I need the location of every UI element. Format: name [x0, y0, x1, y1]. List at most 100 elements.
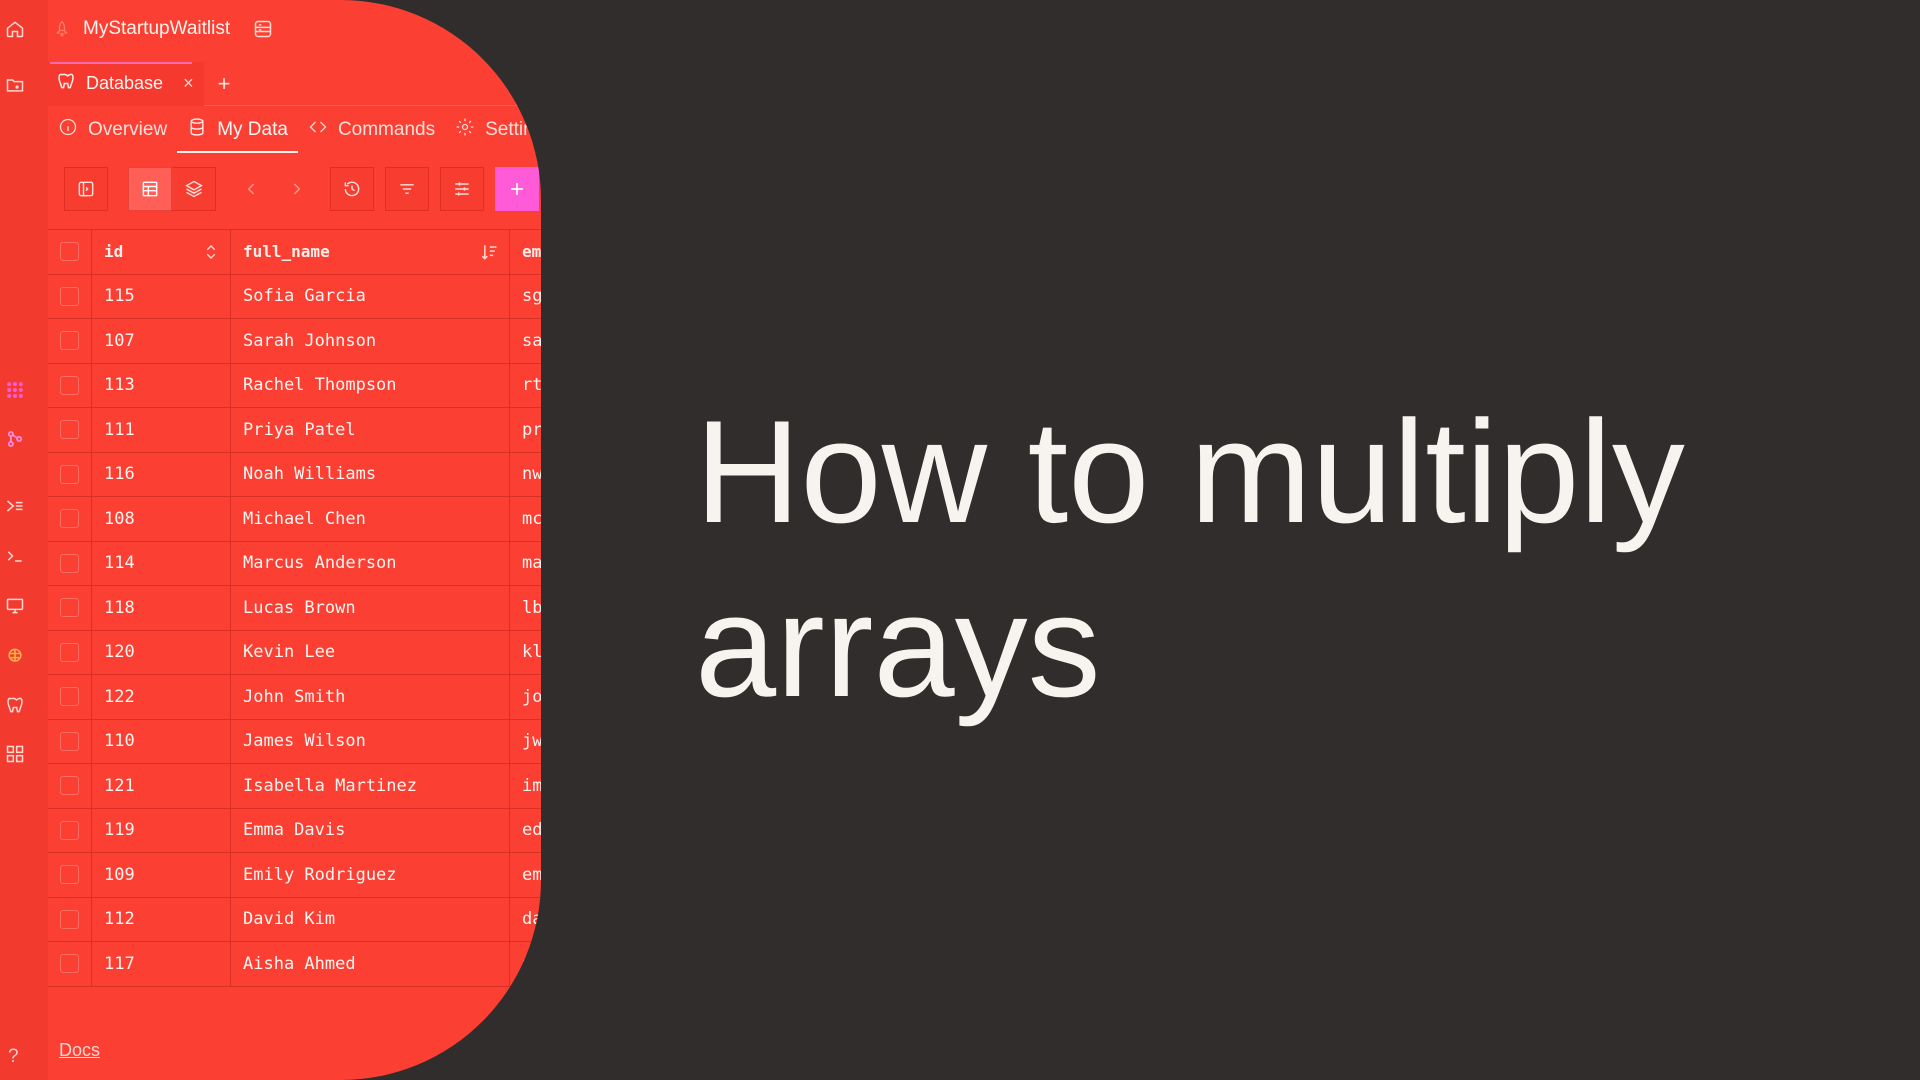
- cell-id[interactable]: 114: [92, 541, 231, 585]
- project-name[interactable]: MyStartupWaitlist: [83, 18, 230, 40]
- cell-full-name[interactable]: Isabella Martinez: [231, 764, 510, 808]
- table-row[interactable]: 109 Emily Rodriguez em: [48, 853, 541, 898]
- cell-full-name[interactable]: Rachel Thompson: [231, 363, 510, 407]
- next-page-button[interactable]: [274, 167, 318, 211]
- table-row[interactable]: 107 Sarah Johnson sa: [48, 319, 541, 364]
- brain-icon[interactable]: [4, 645, 26, 667]
- column-header-full-name[interactable]: full_name: [231, 230, 510, 274]
- cell-id[interactable]: 116: [92, 452, 231, 496]
- server-icon[interactable]: [252, 18, 274, 40]
- cell-email[interactable]: kl: [510, 631, 541, 675]
- cell-email[interactable]: em: [510, 853, 541, 897]
- row-checkbox[interactable]: [60, 865, 79, 885]
- add-row-button[interactable]: [495, 167, 539, 211]
- row-checkbox[interactable]: [60, 553, 79, 573]
- sort-toggle-icon[interactable]: [202, 243, 220, 261]
- cell-email[interactable]: nw: [510, 453, 541, 497]
- cell-full-name[interactable]: Marcus Anderson: [231, 541, 510, 585]
- cell-email[interactable]: lb: [510, 586, 541, 630]
- apps-grid-icon[interactable]: [4, 743, 26, 765]
- table-row[interactable]: 113 Rachel Thompson rt: [48, 363, 541, 408]
- cell-full-name[interactable]: Michael Chen: [231, 497, 510, 541]
- table-row[interactable]: 114 Marcus Anderson ma: [48, 541, 541, 586]
- branch-icon[interactable]: [4, 428, 26, 450]
- table-row[interactable]: 119 Emma Davis ed: [48, 808, 541, 853]
- row-checkbox[interactable]: [60, 286, 79, 306]
- toggle-sidebar-button[interactable]: [64, 167, 108, 211]
- cell-email[interactable]: da: [510, 898, 541, 942]
- monitor-icon[interactable]: [4, 595, 26, 617]
- help-icon[interactable]: ?: [8, 1046, 19, 1068]
- row-checkbox[interactable]: [60, 642, 79, 662]
- table-row[interactable]: 111 Priya Patel pr: [48, 408, 541, 453]
- cell-id[interactable]: 118: [92, 586, 231, 630]
- tab-database[interactable]: Database ×: [48, 61, 204, 106]
- cell-full-name[interactable]: Emily Rodriguez: [231, 853, 510, 897]
- cell-id[interactable]: 122: [92, 675, 231, 719]
- table-row[interactable]: 120 Kevin Lee kl: [48, 630, 541, 675]
- table-row[interactable]: 121 Isabella Martinez im: [48, 764, 541, 809]
- cell-id[interactable]: 117: [92, 942, 231, 986]
- subnav-overview[interactable]: Overview: [48, 108, 177, 152]
- cell-id[interactable]: 107: [92, 319, 231, 363]
- cell-id[interactable]: 121: [92, 764, 231, 808]
- column-header-email[interactable]: em: [510, 230, 541, 274]
- cell-id[interactable]: 108: [92, 497, 231, 541]
- row-checkbox[interactable]: [60, 420, 79, 440]
- cell-full-name[interactable]: Lucas Brown: [231, 586, 510, 630]
- previous-page-button[interactable]: [230, 167, 274, 211]
- cell-full-name[interactable]: Noah Williams: [231, 452, 510, 496]
- table-view-button[interactable]: [128, 167, 172, 211]
- cell-email[interactable]: pr: [510, 408, 541, 452]
- docs-link[interactable]: Docs: [59, 1040, 100, 1061]
- row-checkbox[interactable]: [60, 509, 79, 529]
- row-checkbox[interactable]: [60, 687, 79, 707]
- table-row[interactable]: 115 Sofia Garcia sg: [48, 274, 541, 319]
- cell-id[interactable]: 115: [92, 274, 231, 318]
- cell-full-name[interactable]: Kevin Lee: [231, 630, 510, 674]
- row-checkbox[interactable]: [60, 464, 79, 484]
- table-row[interactable]: 108 Michael Chen mc: [48, 497, 541, 542]
- add-tab-button[interactable]: +: [218, 71, 231, 97]
- row-checkbox[interactable]: [60, 375, 79, 395]
- cell-full-name[interactable]: John Smith: [231, 675, 510, 719]
- cell-full-name[interactable]: Emma Davis: [231, 808, 510, 852]
- subnav-commands[interactable]: Commands: [298, 108, 445, 152]
- cell-full-name[interactable]: James Wilson: [231, 719, 510, 763]
- select-all-checkbox[interactable]: [60, 242, 79, 262]
- sort-descending-icon[interactable]: [479, 242, 499, 262]
- table-row[interactable]: 118 Lucas Brown lb: [48, 586, 541, 631]
- dots-grid-icon[interactable]: [4, 379, 26, 401]
- history-button[interactable]: [330, 167, 374, 211]
- terminal-icon[interactable]: [4, 545, 26, 567]
- cell-id[interactable]: 112: [92, 897, 231, 941]
- cell-email[interactable]: jw: [510, 720, 541, 764]
- row-checkbox[interactable]: [60, 331, 79, 351]
- postgres-elephant-icon[interactable]: [4, 694, 26, 716]
- cell-id[interactable]: 110: [92, 719, 231, 763]
- layers-view-button[interactable]: [172, 167, 216, 211]
- cell-email[interactable]: jo: [510, 675, 541, 719]
- row-checkbox[interactable]: [60, 598, 79, 618]
- cell-id[interactable]: 111: [92, 408, 231, 452]
- filter-button[interactable]: [385, 167, 429, 211]
- table-row[interactable]: 122 John Smith jo: [48, 675, 541, 720]
- table-row[interactable]: 112 David Kim da: [48, 897, 541, 942]
- cell-id[interactable]: 109: [92, 853, 231, 897]
- row-checkbox[interactable]: [60, 731, 79, 751]
- row-checkbox[interactable]: [60, 909, 79, 929]
- subnav-settings[interactable]: Settings: [445, 108, 541, 152]
- cell-email[interactable]: ma: [510, 542, 541, 586]
- column-header-id[interactable]: id: [92, 230, 231, 274]
- cell-email[interactable]: ed: [510, 809, 541, 853]
- table-row[interactable]: 117 Aisha Ahmed a.: [48, 942, 541, 987]
- home-icon[interactable]: [4, 18, 26, 40]
- columns-settings-button[interactable]: [440, 167, 484, 211]
- cell-email[interactable]: sa: [510, 319, 541, 363]
- cell-full-name[interactable]: Aisha Ahmed: [231, 942, 510, 986]
- cell-email[interactable]: a.: [510, 942, 541, 986]
- cell-email[interactable]: rt: [510, 364, 541, 408]
- table-row[interactable]: 116 Noah Williams nw: [48, 452, 541, 497]
- cell-email[interactable]: im: [510, 764, 541, 808]
- folder-icon[interactable]: [4, 74, 26, 96]
